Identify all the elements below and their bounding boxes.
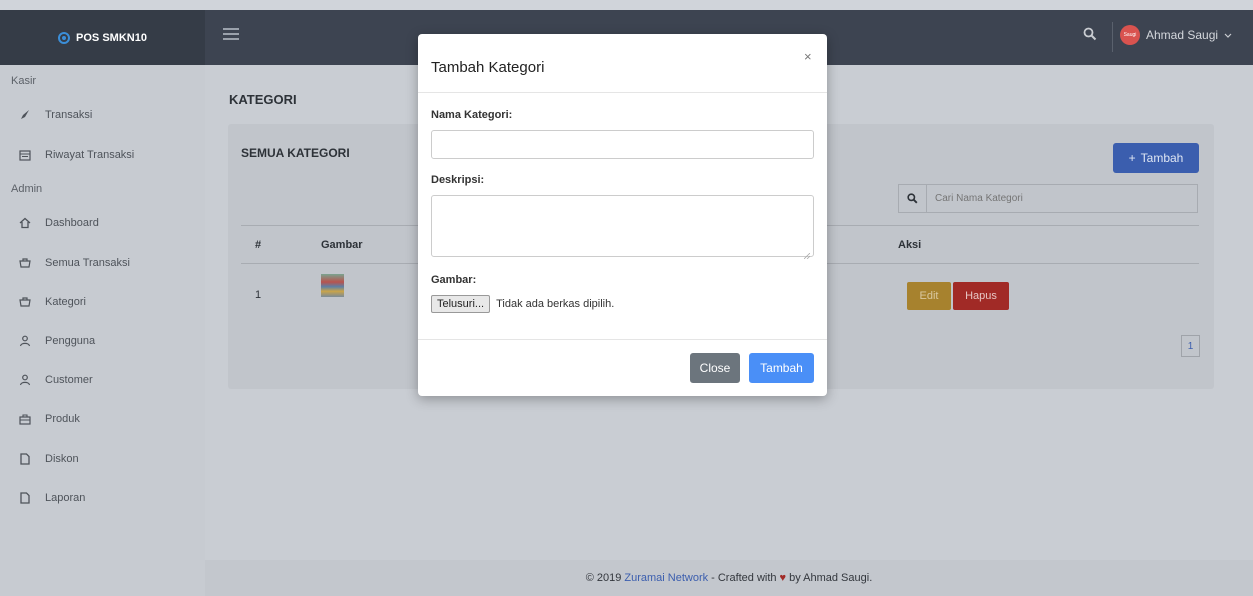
close-button[interactable]: Close xyxy=(690,353,740,383)
sidebar-header-kasir: Kasir xyxy=(11,75,37,87)
plus-icon: + xyxy=(1128,151,1136,165)
footer-link[interactable]: Zuramai Network xyxy=(624,572,708,584)
close-icon[interactable]: × xyxy=(804,49,812,64)
footer-copyright: © 2019 xyxy=(585,572,622,584)
sidebar-item-label: Kategori xyxy=(45,296,86,308)
nama-kategori-label: Nama Kategori: xyxy=(431,109,513,121)
sidebar-item-label: Semua Transaksi xyxy=(45,257,130,269)
footer: © 2019 Zuramai Network - Crafted with ♥ … xyxy=(205,560,1253,596)
row-number: 1 xyxy=(255,289,262,301)
nama-kategori-input[interactable] xyxy=(431,130,814,159)
deskripsi-label: Deskripsi: xyxy=(431,174,485,186)
page-title: KATEGORI xyxy=(229,92,297,107)
sidebar-item-laporan[interactable]: Laporan xyxy=(19,492,85,504)
user-icon xyxy=(19,374,31,386)
sidebar-item-label: Riwayat Transaksi xyxy=(45,149,135,161)
edit-button[interactable]: Edit xyxy=(907,282,951,310)
file-icon xyxy=(19,453,31,465)
brand-name: POS SMKN10 xyxy=(76,31,147,44)
sidebar-item-label: Pengguna xyxy=(45,335,96,347)
sidebar-item-customer[interactable]: Customer xyxy=(19,374,93,386)
sidebar-item-kategori[interactable]: Kategori xyxy=(19,296,86,308)
search-icon xyxy=(899,185,927,212)
submit-button[interactable]: Tambah xyxy=(749,353,814,383)
sidebar-item-transaksi[interactable]: Transaksi xyxy=(19,109,92,121)
add-category-button[interactable]: + Tambah xyxy=(1113,143,1199,173)
search-input[interactable] xyxy=(927,193,1187,204)
sidebar-item-produk[interactable]: Produk xyxy=(19,413,80,425)
pagination-page-1[interactable]: 1 xyxy=(1181,335,1200,357)
add-button-label: Tambah xyxy=(1140,151,1184,165)
card-title: SEMUA KATEGORI xyxy=(241,146,350,160)
file-status: Tidak ada berkas dipilih. xyxy=(496,298,615,310)
heart-icon: ♥ xyxy=(779,572,787,584)
user-menu[interactable]: Saugi Ahmad Saugi xyxy=(1120,25,1232,45)
sidebar-item-pengguna[interactable]: Pengguna xyxy=(19,335,95,347)
cart-icon xyxy=(19,296,31,308)
deskripsi-textarea[interactable] xyxy=(431,195,814,257)
rocket-icon xyxy=(19,109,31,121)
briefcase-icon xyxy=(19,413,31,425)
column-header-aksi: Aksi xyxy=(898,239,922,251)
brand[interactable]: POS SMKN10 xyxy=(0,10,205,65)
sidebar-item-riwayat-transaksi[interactable]: Riwayat Transaksi xyxy=(19,149,134,161)
footer-author: by Ahmad Saugi. xyxy=(789,572,873,584)
file-input: Telusuri... Tidak ada berkas dipilih. xyxy=(431,295,614,313)
modal-footer-divider xyxy=(418,339,827,340)
user-icon xyxy=(19,335,31,347)
sidebar-item-label: Produk xyxy=(45,413,80,425)
sidebar-item-dashboard[interactable]: Dashboard xyxy=(19,217,99,229)
search-box xyxy=(898,184,1198,213)
delete-button[interactable]: Hapus xyxy=(953,282,1009,310)
user-name: Ahmad Saugi xyxy=(1146,28,1219,42)
calendar-icon xyxy=(19,149,31,161)
resize-handle-icon[interactable] xyxy=(803,252,811,260)
column-header-gambar: Gambar xyxy=(321,239,363,251)
file-icon xyxy=(19,492,31,504)
sidebar-item-diskon[interactable]: Diskon xyxy=(19,453,79,465)
sidebar-header-admin: Admin xyxy=(11,183,43,195)
sidebar-item-label: Laporan xyxy=(45,492,86,504)
sidebar-item-label: Dashboard xyxy=(45,217,99,229)
footer-text: - Crafted with xyxy=(711,572,777,584)
sidebar-item-label: Transaksi xyxy=(45,109,93,121)
file-browse-button[interactable]: Telusuri... xyxy=(431,295,491,313)
modal-title: Tambah Kategori xyxy=(431,59,545,76)
add-category-modal: Tambah Kategori × Nama Kategori: Deskrip… xyxy=(418,34,827,396)
divider xyxy=(1112,22,1113,52)
chevron-down-icon xyxy=(1224,28,1232,42)
modal-header-divider xyxy=(418,92,827,93)
brand-logo-icon xyxy=(58,31,71,44)
category-thumbnail xyxy=(321,274,344,297)
gambar-label: Gambar: xyxy=(431,274,477,286)
sidebar-item-label: Customer xyxy=(45,374,93,386)
sidebar-item-label: Diskon xyxy=(45,453,79,465)
menu-toggle-icon[interactable] xyxy=(223,28,239,43)
sidebar-item-semua-transaksi[interactable]: Semua Transaksi xyxy=(19,257,130,269)
column-header-no: # xyxy=(255,239,262,251)
search-icon[interactable] xyxy=(1083,27,1099,43)
sidebar: Kasir Transaksi Riwayat Transaksi Admin … xyxy=(0,65,205,596)
home-icon xyxy=(19,217,31,229)
avatar: Saugi xyxy=(1120,25,1140,45)
cart-icon xyxy=(19,257,31,269)
